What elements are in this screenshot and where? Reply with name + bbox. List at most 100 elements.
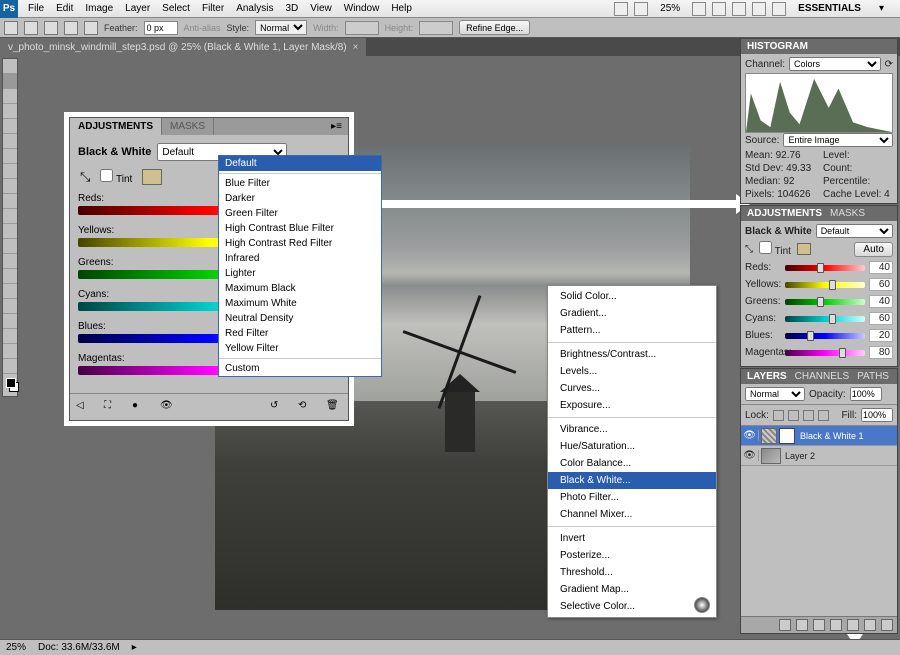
tab-adjustments[interactable]: ADJUSTMENTS xyxy=(747,208,822,219)
menu-item[interactable]: Gradient... xyxy=(548,305,716,322)
menu-item[interactable]: Hue/Saturation... xyxy=(548,438,716,455)
menu-view[interactable]: View xyxy=(304,3,338,14)
lock-brush-icon[interactable] xyxy=(788,410,799,421)
rotate-icon[interactable] xyxy=(732,2,746,16)
menu-layer[interactable]: Layer xyxy=(119,3,156,14)
menu-item[interactable]: Invert xyxy=(548,530,716,547)
slider-track[interactable] xyxy=(785,265,865,271)
refresh-icon[interactable]: ⟳ xyxy=(885,59,893,70)
slider-value[interactable]: 80 xyxy=(869,346,893,359)
visibility-icon[interactable]: 👁 xyxy=(741,450,759,461)
mask-thumb[interactable] xyxy=(779,428,795,444)
slider-track[interactable] xyxy=(785,316,865,322)
menu-item[interactable]: Exposure... xyxy=(548,397,716,414)
menu-item[interactable]: Curves... xyxy=(548,380,716,397)
clip-icon[interactable]: ● xyxy=(132,400,148,414)
zoom-icon[interactable] xyxy=(712,2,726,16)
lock-all-icon[interactable] xyxy=(818,410,829,421)
layer-row[interactable]: 👁Black & White 1 xyxy=(741,426,897,446)
lasso-tool[interactable] xyxy=(3,89,17,104)
bridge-icon[interactable] xyxy=(614,2,628,16)
menu-file[interactable]: File xyxy=(22,3,50,14)
preset-item[interactable]: Default xyxy=(219,156,381,171)
tab-histogram[interactable]: HISTOGRAM xyxy=(747,41,808,52)
tool-preset-icon[interactable] xyxy=(4,21,18,35)
dodge-tool[interactable] xyxy=(3,254,17,269)
menu-item[interactable]: Gradient Map... xyxy=(548,581,716,598)
preset-item[interactable]: Infrared xyxy=(219,251,381,266)
slider-track[interactable] xyxy=(785,282,865,288)
trash-icon[interactable] xyxy=(881,619,893,631)
slider-track[interactable] xyxy=(785,333,865,339)
preset-item[interactable]: Custom xyxy=(219,361,381,376)
menu-item[interactable]: Levels... xyxy=(548,363,716,380)
gradient-tool[interactable] xyxy=(3,224,17,239)
slider-value[interactable]: 20 xyxy=(869,329,893,342)
zoom-tool[interactable] xyxy=(3,359,17,374)
tint-swatch[interactable] xyxy=(142,169,162,185)
preset-item[interactable]: High Contrast Blue Filter xyxy=(219,221,381,236)
trash-icon[interactable]: 🗑 xyxy=(326,400,342,414)
shape-tool[interactable] xyxy=(3,314,17,329)
menu-item[interactable]: Black & White... xyxy=(548,472,716,489)
previous-icon[interactable]: ↺ xyxy=(270,400,286,414)
lock-transparent-icon[interactable] xyxy=(773,410,784,421)
menu-item[interactable]: Threshold... xyxy=(548,564,716,581)
marquee-tool[interactable] xyxy=(3,74,17,89)
tab-channels[interactable]: CHANNELS xyxy=(795,371,849,382)
3d-tool[interactable] xyxy=(3,329,17,344)
tab-masks[interactable]: MASKS xyxy=(162,118,214,135)
screenmode-icon[interactable] xyxy=(772,2,786,16)
zoom-status[interactable]: 25% xyxy=(6,642,26,653)
preset-item[interactable]: Red Filter xyxy=(219,326,381,341)
menu-analysis[interactable]: Analysis xyxy=(230,3,279,14)
slider-value[interactable]: 60 xyxy=(869,278,893,291)
menu-edit[interactable]: Edit xyxy=(50,3,79,14)
quickselect-tool[interactable] xyxy=(3,104,17,119)
menu-filter[interactable]: Filter xyxy=(196,3,230,14)
preset-item[interactable]: Lighter xyxy=(219,266,381,281)
slider-track[interactable] xyxy=(785,299,865,305)
slider-value[interactable]: 40 xyxy=(869,261,893,274)
channel-select[interactable]: Colors xyxy=(789,57,881,71)
auto-button[interactable]: Auto xyxy=(854,242,893,257)
menu-item[interactable]: Pattern... xyxy=(548,322,716,339)
document-tab[interactable]: v_photo_minsk_windmill_step3.psd @ 25% (… xyxy=(0,38,366,56)
slider-value[interactable]: 40 xyxy=(869,295,893,308)
status-menu-icon[interactable]: ▸ xyxy=(132,642,137,653)
tint-checkbox[interactable]: Tint xyxy=(100,169,132,185)
menu-item[interactable]: Selective Color... xyxy=(548,598,716,615)
layer-name[interactable]: Black & White 1 xyxy=(798,431,897,441)
stamp-tool[interactable] xyxy=(3,179,17,194)
path-tool[interactable] xyxy=(3,299,17,314)
foreground-swatch[interactable] xyxy=(6,378,16,388)
workspace-label[interactable]: ESSENTIALS xyxy=(792,3,867,14)
opacity-input[interactable] xyxy=(850,387,882,401)
marquee-add-icon[interactable] xyxy=(44,21,58,35)
panel-menu-icon[interactable]: ▸≡ xyxy=(325,118,348,135)
menu-window[interactable]: Window xyxy=(338,3,386,14)
refine-edge-button[interactable]: Refine Edge... xyxy=(459,20,530,35)
reset-icon[interactable]: ⟲ xyxy=(298,400,314,414)
preset-item[interactable]: Yellow Filter xyxy=(219,341,381,356)
slider-track[interactable] xyxy=(785,350,865,356)
mask-icon[interactable] xyxy=(813,619,825,631)
tint-checkbox[interactable]: Tint xyxy=(759,241,791,257)
menu-help[interactable]: Help xyxy=(385,3,418,14)
move-tool[interactable] xyxy=(3,59,17,74)
new-layer-icon[interactable] xyxy=(864,619,876,631)
crop-tool[interactable] xyxy=(3,119,17,134)
tint-swatch[interactable] xyxy=(797,243,811,255)
healing-tool[interactable] xyxy=(3,149,17,164)
preset-dropdown[interactable]: DefaultBlue FilterDarkerGreen FilterHigh… xyxy=(218,155,382,377)
color-swatches[interactable] xyxy=(3,374,19,396)
preset-item[interactable]: Maximum Black xyxy=(219,281,381,296)
menu-item[interactable]: Posterize... xyxy=(548,547,716,564)
expand-icon[interactable]: ⛶ xyxy=(104,400,120,414)
menu-item[interactable]: Channel Mixer... xyxy=(548,506,716,523)
fx-icon[interactable] xyxy=(796,619,808,631)
type-tool[interactable] xyxy=(3,284,17,299)
arrange-icon[interactable] xyxy=(752,2,766,16)
menu-item[interactable]: Photo Filter... xyxy=(548,489,716,506)
viewextras-icon[interactable] xyxy=(634,2,648,16)
